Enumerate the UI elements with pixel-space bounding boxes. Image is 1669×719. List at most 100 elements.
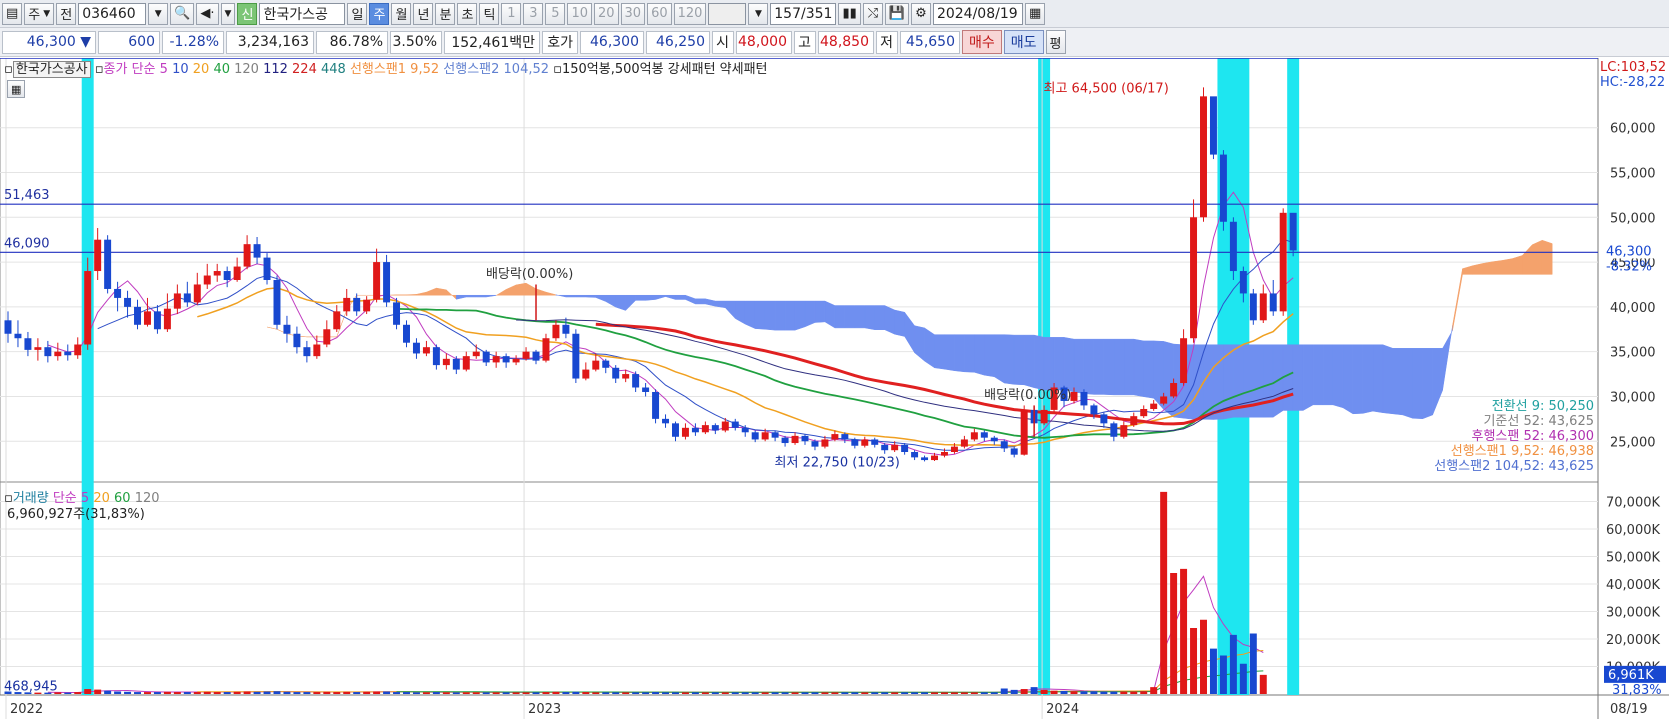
candle xyxy=(721,421,729,431)
tab-month[interactable]: 월 xyxy=(391,2,412,25)
candle xyxy=(960,439,968,447)
candle xyxy=(921,457,929,461)
ichimoku-cloud xyxy=(834,305,846,329)
interval-5[interactable]: 5 xyxy=(545,2,566,25)
candle xyxy=(970,432,978,440)
turnover-cell: 3.50% xyxy=(390,30,442,54)
volume-bar xyxy=(173,692,181,694)
candle xyxy=(4,320,12,334)
legend-ma-period: 224 xyxy=(292,62,321,77)
tab-minute[interactable]: 분 xyxy=(435,2,456,25)
ichimoku-cloud xyxy=(515,282,527,296)
candle xyxy=(662,418,670,424)
prev-button[interactable]: 전 xyxy=(56,2,77,25)
stock-name-field[interactable]: 한국가스공 xyxy=(259,2,346,25)
quote-bar: 46,300 ▼ 600 -1.28% 3,234,163 86.78% 3.5… xyxy=(0,28,1669,57)
interval-3[interactable]: 3 xyxy=(523,2,544,25)
volume-bar xyxy=(1060,690,1068,694)
candle xyxy=(124,297,132,307)
volume-bar xyxy=(572,691,580,694)
candle xyxy=(841,434,849,440)
ichimoku-cloud xyxy=(1322,344,1334,406)
interval-10[interactable]: 10 xyxy=(567,2,592,25)
ichimoku-cloud xyxy=(794,300,806,331)
candle xyxy=(393,302,401,325)
gear-icon[interactable]: ⚙ xyxy=(910,2,931,25)
candle xyxy=(84,271,92,345)
volume-bar xyxy=(412,692,420,694)
candle xyxy=(183,293,191,303)
volume-bar xyxy=(1259,674,1267,694)
volume-bar xyxy=(791,692,799,694)
ichimoku-cloud xyxy=(924,327,935,369)
candle xyxy=(1070,391,1078,401)
ichimoku-cloud xyxy=(585,294,597,298)
volume-bar xyxy=(821,692,829,694)
candle xyxy=(323,329,331,345)
sell-button[interactable]: 매도 xyxy=(1003,30,1044,54)
calendar-icon[interactable]: ▦ xyxy=(1024,2,1046,25)
candle xyxy=(861,439,869,446)
price-tick-label: 60,000 xyxy=(1610,122,1656,137)
interval-1[interactable]: 1 xyxy=(501,2,522,25)
candle xyxy=(711,425,719,431)
candle xyxy=(1080,391,1088,406)
candle xyxy=(592,360,600,370)
zoom-icon[interactable]: ▮▮ xyxy=(838,2,861,25)
candle xyxy=(791,435,799,444)
volume-bar xyxy=(124,691,132,694)
low-annotation: 최저 22,750 (10/23) xyxy=(775,455,900,470)
x-axis-label: 2024 xyxy=(1046,702,1079,717)
code-dropdown-icon[interactable]: ▼ xyxy=(148,2,169,25)
candle xyxy=(14,333,22,339)
stock-code-value: 036460 xyxy=(82,5,136,22)
interval-60[interactable]: 60 xyxy=(647,2,672,25)
new-badge[interactable]: 신 xyxy=(237,2,258,25)
interval-dropdown-icon[interactable]: ▼ xyxy=(748,2,769,25)
tab-tick[interactable]: 틱 xyxy=(479,2,500,25)
stock-chart[interactable]: 60,00055,00050,00045,00040,00035,00030,0… xyxy=(0,58,1669,719)
candle xyxy=(1289,212,1297,251)
legend-span2: 선행스팬2 104,52 xyxy=(443,62,550,77)
search-icon[interactable]: 🔍 xyxy=(170,2,195,25)
line-icon[interactable]: ⤭ xyxy=(862,2,883,25)
volume-bar xyxy=(681,692,689,694)
candle xyxy=(163,308,171,330)
volume-bar xyxy=(970,692,978,694)
grid-toggle-icon[interactable]: ▦ xyxy=(7,80,26,98)
window-menu-icon[interactable]: ▤ xyxy=(2,2,23,25)
interval-120[interactable]: 120 xyxy=(673,2,707,25)
interval-20[interactable]: 20 xyxy=(593,2,619,25)
tab-day[interactable]: 일 xyxy=(347,2,368,25)
tab-year[interactable]: 년 xyxy=(413,2,434,25)
candle xyxy=(1269,293,1277,312)
count-field[interactable]: 157/351 xyxy=(770,2,837,25)
tab-week[interactable]: 주 xyxy=(369,2,390,25)
volume-bar xyxy=(592,692,600,694)
interval-input[interactable] xyxy=(708,2,747,25)
save-icon[interactable]: 💾 xyxy=(884,2,909,25)
volume-bar xyxy=(502,692,510,694)
legend-ma-period: 5 xyxy=(159,62,173,77)
buy-button[interactable]: 매수 xyxy=(962,30,1002,54)
period-type-select[interactable]: 주 ▼ xyxy=(24,2,55,25)
volume-bar xyxy=(1209,648,1217,694)
volume-bar xyxy=(343,691,351,694)
candle xyxy=(253,244,261,258)
volume-bar xyxy=(1010,689,1018,694)
volume-bar xyxy=(542,692,550,694)
ichimoku-cloud xyxy=(1532,239,1543,275)
date-field[interactable]: 2024/08/19 xyxy=(932,2,1023,25)
small-dropdown-icon[interactable]: ▼ xyxy=(220,2,236,25)
ichimoku-cloud xyxy=(1033,334,1045,391)
eval-button[interactable]: 평 xyxy=(1045,30,1066,54)
stock-code-input[interactable]: 036460 xyxy=(78,2,147,25)
tab-second[interactable]: 초 xyxy=(457,2,478,25)
candle xyxy=(1110,423,1118,437)
speaker-icon[interactable]: ◀· xyxy=(196,2,219,25)
ichimoku-cloud xyxy=(974,334,985,376)
volume-bar xyxy=(104,690,112,694)
volume-bar xyxy=(831,692,839,694)
volume-bar xyxy=(891,692,899,694)
interval-30[interactable]: 30 xyxy=(620,2,646,25)
